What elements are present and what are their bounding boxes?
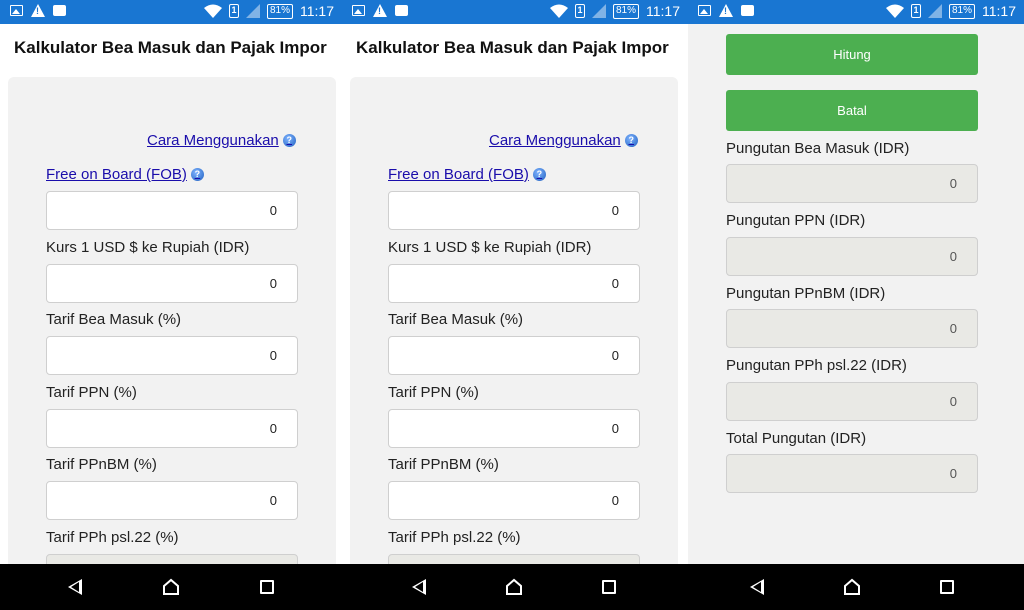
nav-group-2 (342, 564, 688, 610)
sim-icon: 1 (574, 4, 585, 18)
result-pph-label: Pungutan PPh psl.22 (IDR) (726, 357, 907, 374)
nav-group-3 (688, 564, 1024, 610)
battery-indicator: 81% (266, 3, 293, 19)
recent-apps-icon[interactable] (602, 580, 616, 594)
wifi-icon (549, 4, 568, 18)
input-card: Cara Menggunakan ? Free on Board (FOB) ?… (8, 77, 336, 564)
pph-input[interactable] (46, 554, 298, 564)
ppnbm-label: Tarif PPnBM (%) (388, 456, 499, 473)
home-icon[interactable] (505, 578, 523, 596)
recent-apps-icon[interactable] (260, 580, 274, 594)
bea-masuk-label: Tarif Bea Masuk (%) (46, 311, 182, 328)
recent-apps-icon[interactable] (940, 580, 954, 594)
result-total-field[interactable]: 0 (726, 454, 978, 493)
message-notification-icon (395, 5, 408, 16)
ppn-label: Tarif PPN (%) (46, 384, 137, 401)
signal-icon (927, 4, 942, 18)
ppn-input[interactable]: 0 (46, 409, 298, 448)
batal-button[interactable]: Batal (726, 90, 978, 131)
signal-icon (245, 4, 260, 18)
back-icon[interactable] (68, 579, 82, 595)
wifi-icon (203, 4, 222, 18)
bea-masuk-label: Tarif Bea Masuk (%) (388, 311, 524, 328)
help-icon[interactable]: ? (624, 134, 638, 147)
ppnbm-label: Tarif PPnBM (%) (46, 456, 157, 473)
kurs-input[interactable]: 0 (388, 264, 640, 303)
bea-masuk-input[interactable]: 0 (46, 336, 298, 375)
how-to-use-label: Cara Menggunakan (147, 132, 279, 149)
pph-input[interactable] (388, 554, 640, 564)
help-icon[interactable]: ? (190, 168, 204, 181)
ppn-label: Tarif PPN (%) (388, 384, 479, 401)
how-to-use-link[interactable]: Cara Menggunakan ? (489, 132, 638, 149)
screen-1: 1 81% 11:17 Kalkulator Bea Masuk dan Paj… (0, 0, 342, 564)
page-title: Kalkulator Bea Masuk dan Pajak Impor (356, 38, 669, 57)
clock: 11:17 (982, 3, 1016, 19)
message-notification-icon (741, 5, 754, 16)
ppnbm-input[interactable]: 0 (388, 481, 640, 520)
fob-label: Free on Board (FOB) (46, 166, 187, 183)
how-to-use-label: Cara Menggunakan (489, 132, 621, 149)
input-card: Cara Menggunakan ? Free on Board (FOB) ?… (350, 77, 678, 564)
ppn-input[interactable]: 0 (388, 409, 640, 448)
clock: 11:17 (300, 3, 334, 19)
fob-label: Free on Board (FOB) (388, 166, 529, 183)
fob-link[interactable]: Free on Board (FOB) ? (388, 166, 546, 183)
clock: 11:17 (646, 3, 680, 19)
home-icon[interactable] (162, 578, 180, 596)
warning-notification-icon (719, 4, 733, 17)
back-icon[interactable] (412, 579, 426, 595)
battery-indicator: 81% (612, 3, 639, 19)
status-bar: 1 81% 11:17 (0, 0, 342, 24)
help-icon[interactable]: ? (282, 134, 296, 147)
bea-masuk-input[interactable]: 0 (388, 336, 640, 375)
warning-notification-icon (373, 4, 387, 17)
pph-label: Tarif PPh psl.22 (%) (388, 529, 521, 546)
message-notification-icon (53, 5, 66, 16)
nav-group-1 (0, 564, 342, 610)
ppnbm-input[interactable]: 0 (46, 481, 298, 520)
result-ppnbm-label: Pungutan PPnBM (IDR) (726, 285, 886, 302)
signal-icon (591, 4, 606, 18)
image-notification-icon (352, 5, 365, 16)
hitung-button[interactable]: Hitung (726, 34, 978, 75)
result-ppn-field[interactable]: 0 (726, 237, 978, 276)
wifi-icon (885, 4, 904, 18)
result-ppnbm-field[interactable]: 0 (726, 309, 978, 348)
battery-indicator: 81% (948, 3, 975, 19)
result-pph-field[interactable]: 0 (726, 382, 978, 421)
back-icon[interactable] (750, 579, 764, 595)
result-total-label: Total Pungutan (IDR) (726, 430, 867, 447)
fob-link[interactable]: Free on Board (FOB) ? (46, 166, 204, 183)
kurs-label: Kurs 1 USD $ ke Rupiah (IDR) (388, 239, 592, 256)
screen-2: 1 81% 11:17 Kalkulator Bea Masuk dan Paj… (342, 0, 688, 564)
kurs-input[interactable]: 0 (46, 264, 298, 303)
result-ppn-label: Pungutan PPN (IDR) (726, 212, 866, 229)
navigation-bar (0, 564, 1024, 610)
status-bar: 1 81% 11:17 (342, 0, 688, 24)
image-notification-icon (10, 5, 23, 16)
warning-notification-icon (31, 4, 45, 17)
home-icon[interactable] (843, 578, 861, 596)
fob-input[interactable]: 0 (388, 191, 640, 230)
status-bar: 1 81% 11:17 (688, 0, 1024, 24)
screen-3: 1 81% 11:17 Hitung Batal Pungutan Bea Ma… (688, 0, 1024, 564)
help-icon[interactable]: ? (532, 168, 546, 181)
kurs-label: Kurs 1 USD $ ke Rupiah (IDR) (46, 239, 250, 256)
result-bea-masuk-field[interactable]: 0 (726, 164, 978, 203)
image-notification-icon (698, 5, 711, 16)
sim-icon: 1 (228, 4, 239, 18)
pph-label: Tarif PPh psl.22 (%) (46, 529, 179, 546)
sim-icon: 1 (910, 4, 921, 18)
fob-input[interactable]: 0 (46, 191, 298, 230)
result-bea-masuk-label: Pungutan Bea Masuk (IDR) (726, 140, 910, 157)
how-to-use-link[interactable]: Cara Menggunakan ? (147, 132, 296, 149)
page-title: Kalkulator Bea Masuk dan Pajak Impor (14, 38, 327, 57)
